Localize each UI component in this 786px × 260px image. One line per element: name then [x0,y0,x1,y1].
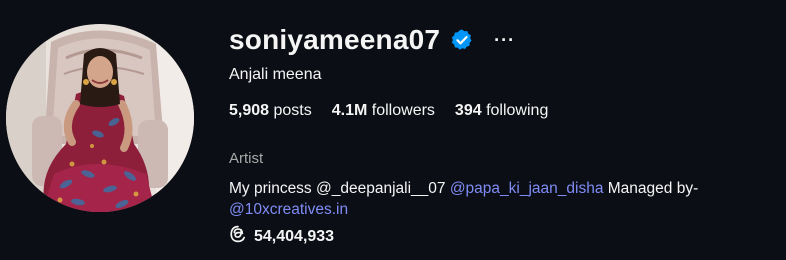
profile-bio: My princess @_deepanjali__07 @papa_ki_ja… [229,178,769,220]
profile-avatar[interactable] [6,24,194,212]
profile-category: Artist [229,150,264,167]
bio-prefix: My princess @_deepanjali__07 [229,180,450,197]
more-options-icon[interactable]: ··· [490,29,519,51]
full-name: Anjali meena [229,66,322,83]
posts-label: posts [273,102,312,119]
following-count: 394 [454,102,482,119]
posts-count: 5,908 [229,102,270,119]
bio-managed-by-link[interactable]: @10xcreatives.in [229,201,348,218]
followers-label: followers [371,102,435,119]
username-row: soniyameena07 ··· [229,22,519,58]
username[interactable]: soniyameena07 [229,24,440,56]
threads-link[interactable]: 54,404,933 [229,225,334,248]
verified-badge-icon [450,28,474,52]
following-label: following [486,102,549,119]
following-stat[interactable]: 394 following [455,102,548,120]
followers-stat[interactable]: 4.1M followers [332,102,435,120]
profile-stats: 5,908 posts 4.1M followers 394 following [229,102,548,120]
followers-count: 4.1M [331,102,368,119]
threads-icon [229,225,247,248]
posts-stat[interactable]: 5,908 posts [229,102,312,120]
profile-header: soniyameena07 ··· Anjali meena 5,908 pos… [0,0,786,260]
bio-mention-link[interactable]: @papa_ki_jaan_disha [450,180,604,197]
avatar-image [6,24,194,212]
threads-followers-count: 54,404,933 [254,227,335,245]
bio-middle: Managed by- [603,180,699,197]
